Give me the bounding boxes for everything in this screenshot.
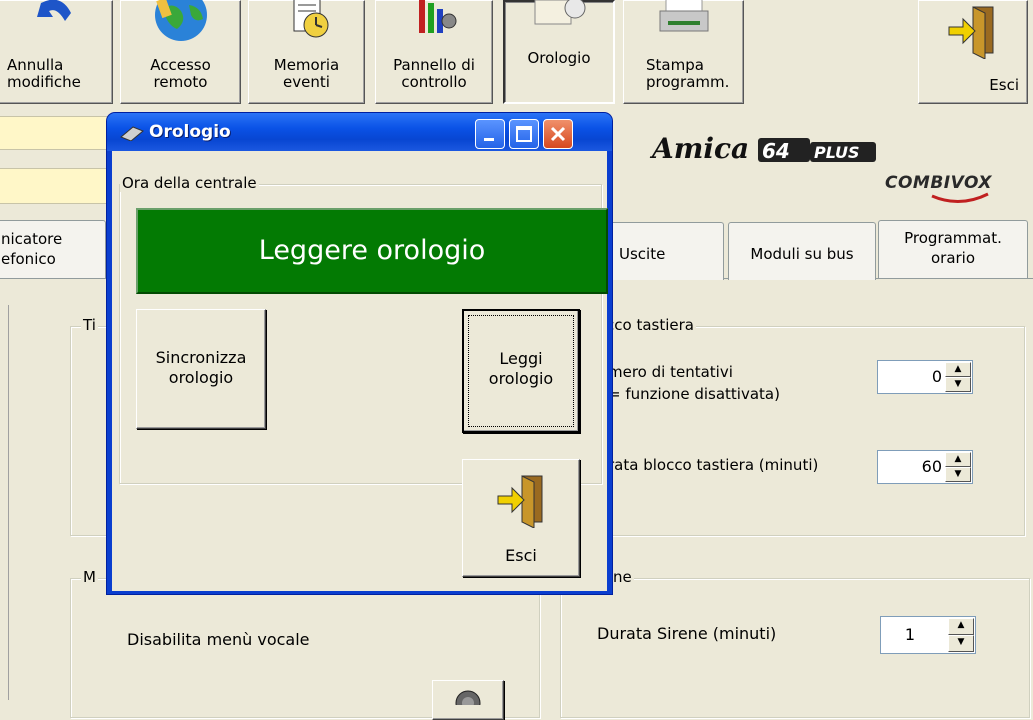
memoria-eventi-button[interactable]: Memoria eventi	[248, 0, 365, 104]
tab-label-1: nicatore	[1, 230, 63, 248]
undo-icon	[36, 0, 71, 21]
stampa-programm-button[interactable]: Stampa programm.	[623, 0, 744, 104]
esci-toolbar-label: Esci	[989, 76, 1019, 94]
pannello-label-1: Pannello di	[393, 56, 475, 74]
sincronizza-label-2: orologio	[168, 368, 234, 387]
tab-uscite-label: Uscite	[619, 245, 666, 263]
annulla-label-2: modifiche	[7, 73, 81, 91]
clock-app-icon	[120, 126, 144, 141]
dialog-title-bar[interactable]: Orologio	[107, 113, 612, 151]
pannello-label-2: controllo	[401, 73, 467, 91]
annulla-modifiche-button[interactable]: Annulla modifiche	[0, 0, 113, 104]
orologio-dialog: Orologio Ora della centrale Leggere orol…	[107, 113, 612, 594]
globe-icon	[154, 0, 207, 41]
speaker-icon	[455, 690, 481, 716]
orologio-button[interactable]: Orologio	[503, 0, 615, 104]
durata-sirene-spinner[interactable]: 1 ▲ ▼	[880, 616, 976, 654]
amica-logo: Amica 64 PLUS	[649, 132, 876, 165]
orologio-label: Orologio	[527, 49, 591, 67]
tab-moduli-label: Moduli su bus	[750, 245, 854, 263]
tab-programmat-label-2: orario	[930, 249, 976, 267]
clock-icon	[534, 0, 586, 25]
durata-sirene-label: Durata Sirene (minuti)	[597, 624, 777, 643]
ora-centrale-title: Ora della centrale	[120, 174, 259, 192]
pannello-controllo-button[interactable]: Pannello di controllo	[375, 0, 493, 104]
tentativi-down-button[interactable]: ▼	[945, 377, 971, 392]
blocco-tastiera-title: cco tastiera	[604, 316, 696, 334]
sincronizza-orologio-button[interactable]: Sincronizza orologio	[136, 309, 266, 429]
tentativi-spinner[interactable]: 0 ▲ ▼	[877, 360, 973, 394]
tab-page-edge	[8, 305, 9, 700]
accesso-label-1: Accesso	[150, 56, 211, 74]
dialog-title: Orologio	[149, 122, 231, 142]
close-icon	[550, 126, 566, 142]
tab-programmat-label-1: Programmat.	[904, 229, 1002, 247]
durata-blocco-label: rata blocco tastiera (minuti)	[608, 456, 819, 474]
accesso-label-2: remoto	[153, 73, 208, 91]
svg-text:Amica: Amica	[649, 132, 749, 165]
minimize-icon	[484, 138, 494, 141]
tab-moduli-su-bus[interactable]: Moduli su bus	[728, 222, 876, 280]
sincronizza-label-1: Sincronizza	[155, 348, 247, 367]
esci-dialog-label: Esci	[505, 546, 537, 565]
header-band-bottom	[0, 168, 120, 204]
tentativi-label-1: mero di tentativi	[608, 363, 733, 381]
tentativi-up-button[interactable]: ▲	[945, 362, 971, 377]
svg-text:PLUS: PLUS	[814, 143, 860, 162]
blocco-tastiera-group: cco tastiera	[575, 316, 1025, 536]
esci-toolbar-button[interactable]: Esci	[918, 0, 1028, 104]
leggi-orologio-button[interactable]: Leggi orologio	[462, 309, 580, 433]
speaker-button[interactable]	[432, 680, 504, 720]
combivox-swoosh-icon	[931, 192, 989, 203]
exit-door-icon	[497, 475, 543, 528]
printer-icon	[659, 0, 708, 32]
tab-programmat-orario[interactable]: Programmat. orario	[878, 220, 1028, 278]
clock-status-display: Leggere orologio	[136, 208, 608, 294]
dialog-body: Ora della centrale Leggere orologio Sinc…	[112, 151, 608, 591]
svg-text:64: 64	[762, 139, 790, 163]
main-toolbar: Annulla modifiche Accesso remoto Memoria…	[0, 0, 1033, 110]
maximize-icon	[516, 126, 532, 142]
leggi-label-2: orologio	[488, 369, 554, 388]
memoria-label-2: eventi	[283, 73, 330, 91]
event-memory-icon	[293, 0, 328, 38]
menu-vocale-title: M	[81, 568, 98, 586]
stampa-label-2: programm.	[646, 73, 730, 91]
control-panel-icon	[419, 0, 457, 33]
durata-sirene-down-button[interactable]: ▼	[948, 635, 974, 652]
minimize-button[interactable]	[475, 119, 505, 149]
durata-blocco-down-button[interactable]: ▼	[945, 467, 971, 482]
tab-uscite[interactable]: Uscite	[606, 222, 724, 280]
durata-blocco-up-button[interactable]: ▲	[945, 452, 971, 467]
tipo-group-title: Ti	[81, 316, 98, 334]
maximize-button[interactable]	[509, 119, 539, 149]
memoria-label-1: Memoria	[273, 56, 340, 74]
accesso-remoto-button[interactable]: Accesso remoto	[120, 0, 241, 104]
tab-label-2: efonico	[1, 250, 56, 268]
annulla-label-1: Annulla	[7, 56, 64, 74]
close-button[interactable]	[543, 119, 573, 149]
tentativi-value: 0	[931, 367, 942, 386]
header-band-top	[0, 116, 120, 150]
durata-blocco-spinner[interactable]: 60 ▲ ▼	[877, 450, 973, 484]
sirene-title: ne	[611, 568, 634, 586]
leggi-label-1: Leggi	[499, 349, 543, 368]
combivox-logo: COMBIVOX	[885, 173, 992, 193]
durata-blocco-value: 60	[921, 457, 942, 476]
disabilita-menu-label: Disabilita menù vocale	[127, 630, 310, 649]
exit-door-icon	[948, 6, 994, 59]
esci-dialog-button[interactable]: Esci	[462, 459, 580, 577]
durata-sirene-up-button[interactable]: ▲	[948, 618, 974, 635]
stampa-label-1: Stampa	[646, 56, 704, 74]
tentativi-label-2: = funzione disattivata)	[608, 385, 780, 403]
tab-comunicatore-telefonico[interactable]: nicatore efonico	[0, 220, 106, 278]
durata-sirene-value: 1	[904, 625, 915, 644]
